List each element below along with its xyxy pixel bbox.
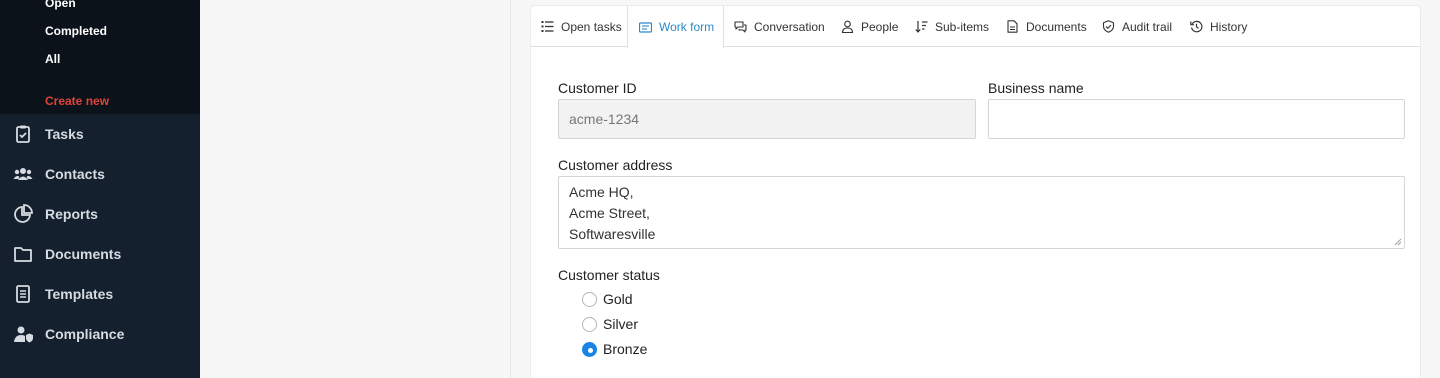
address-line: Acme HQ, <box>569 184 634 200</box>
tab-conversation[interactable]: Conversation <box>734 6 825 47</box>
folder-icon <box>12 243 34 265</box>
sidebar: Open Completed All Create new Tasks Cont… <box>0 0 200 378</box>
sidebar-submenu: Open Completed All Create new <box>0 0 200 114</box>
customer-address-textarea[interactable]: Acme HQ, Acme Street, Softwaresville <box>558 176 1405 249</box>
sidebar-item-documents[interactable]: Documents <box>0 234 200 274</box>
radio-gold[interactable] <box>582 291 597 307</box>
customer-status-label: Customer status <box>558 267 660 283</box>
customer-id-input[interactable] <box>558 99 976 139</box>
status-option-gold[interactable]: Gold <box>582 289 633 309</box>
business-name-label: Business name <box>988 80 1084 96</box>
list-column <box>200 0 511 378</box>
task-list-icon <box>541 20 554 33</box>
users-icon <box>12 163 34 185</box>
sidebar-item-label: Tasks <box>45 126 84 142</box>
pie-chart-icon <box>12 203 34 225</box>
radio-bronze[interactable] <box>582 341 597 357</box>
clipboard-check-icon <box>12 123 34 145</box>
sidebar-item-label: Documents <box>45 246 122 262</box>
tab-label: Open tasks <box>561 19 622 34</box>
chat-icon <box>734 20 747 33</box>
tab-audit-trail[interactable]: Audit trail <box>1102 6 1172 47</box>
sidebar-item-contacts[interactable]: Contacts <box>0 154 200 194</box>
customer-id-label: Customer ID <box>558 80 637 96</box>
history-icon <box>1190 20 1203 33</box>
sidebar-item-templates[interactable]: Templates <box>0 274 200 314</box>
tab-label: Work form <box>659 20 715 34</box>
person-icon <box>841 20 854 33</box>
sidebar-item-label: Reports <box>45 206 98 222</box>
sort-icon <box>915 20 928 33</box>
tab-label: Conversation <box>754 19 825 34</box>
form-icon <box>639 21 652 34</box>
tab-documents[interactable]: Documents <box>1006 6 1087 47</box>
tab-open-tasks[interactable]: Open tasks <box>541 6 622 47</box>
tab-label: Audit trail <box>1122 19 1173 34</box>
tab-work-form[interactable]: Work form <box>627 6 724 48</box>
sidebar-item-label: Compliance <box>45 326 125 342</box>
address-line: Softwaresville <box>569 226 656 242</box>
customer-address-label: Customer address <box>558 157 673 173</box>
radio-label: Gold <box>603 291 633 307</box>
submenu-item-create-new[interactable]: Create new <box>45 94 109 108</box>
status-option-silver[interactable]: Silver <box>582 314 638 334</box>
radio-label: Silver <box>603 316 639 332</box>
submenu-item-completed[interactable]: Completed <box>45 24 107 38</box>
tab-history[interactable]: History <box>1190 6 1247 47</box>
sidebar-item-label: Templates <box>45 286 114 302</box>
tab-bar: Open tasks Work form Conversation People… <box>531 6 1420 48</box>
tab-sub-items[interactable]: Sub-items <box>915 6 989 47</box>
tab-label: Documents <box>1026 19 1087 34</box>
shield-icon <box>1102 20 1115 33</box>
sidebar-item-tasks[interactable]: Tasks <box>0 114 200 154</box>
submenu-item-all[interactable]: All <box>45 52 60 66</box>
user-shield-icon <box>12 323 34 345</box>
sidebar-item-compliance[interactable]: Compliance <box>0 314 200 354</box>
tab-people[interactable]: People <box>841 6 898 47</box>
business-name-input[interactable] <box>988 99 1405 139</box>
address-line: Acme Street, <box>569 205 650 221</box>
tab-label: Sub-items <box>935 19 990 34</box>
radio-label: Bronze <box>603 341 648 357</box>
sidebar-item-reports[interactable]: Reports <box>0 194 200 234</box>
submenu-item-open[interactable]: Open <box>45 0 76 10</box>
status-option-bronze[interactable]: Bronze <box>582 339 647 359</box>
document-icon <box>1006 20 1019 33</box>
sidebar-item-label: Contacts <box>45 166 105 182</box>
radio-silver[interactable] <box>582 316 597 332</box>
file-text-icon <box>12 283 34 305</box>
tab-label: People <box>861 19 899 34</box>
tab-label: History <box>1210 19 1248 34</box>
resize-grip-icon[interactable] <box>1394 238 1402 246</box>
